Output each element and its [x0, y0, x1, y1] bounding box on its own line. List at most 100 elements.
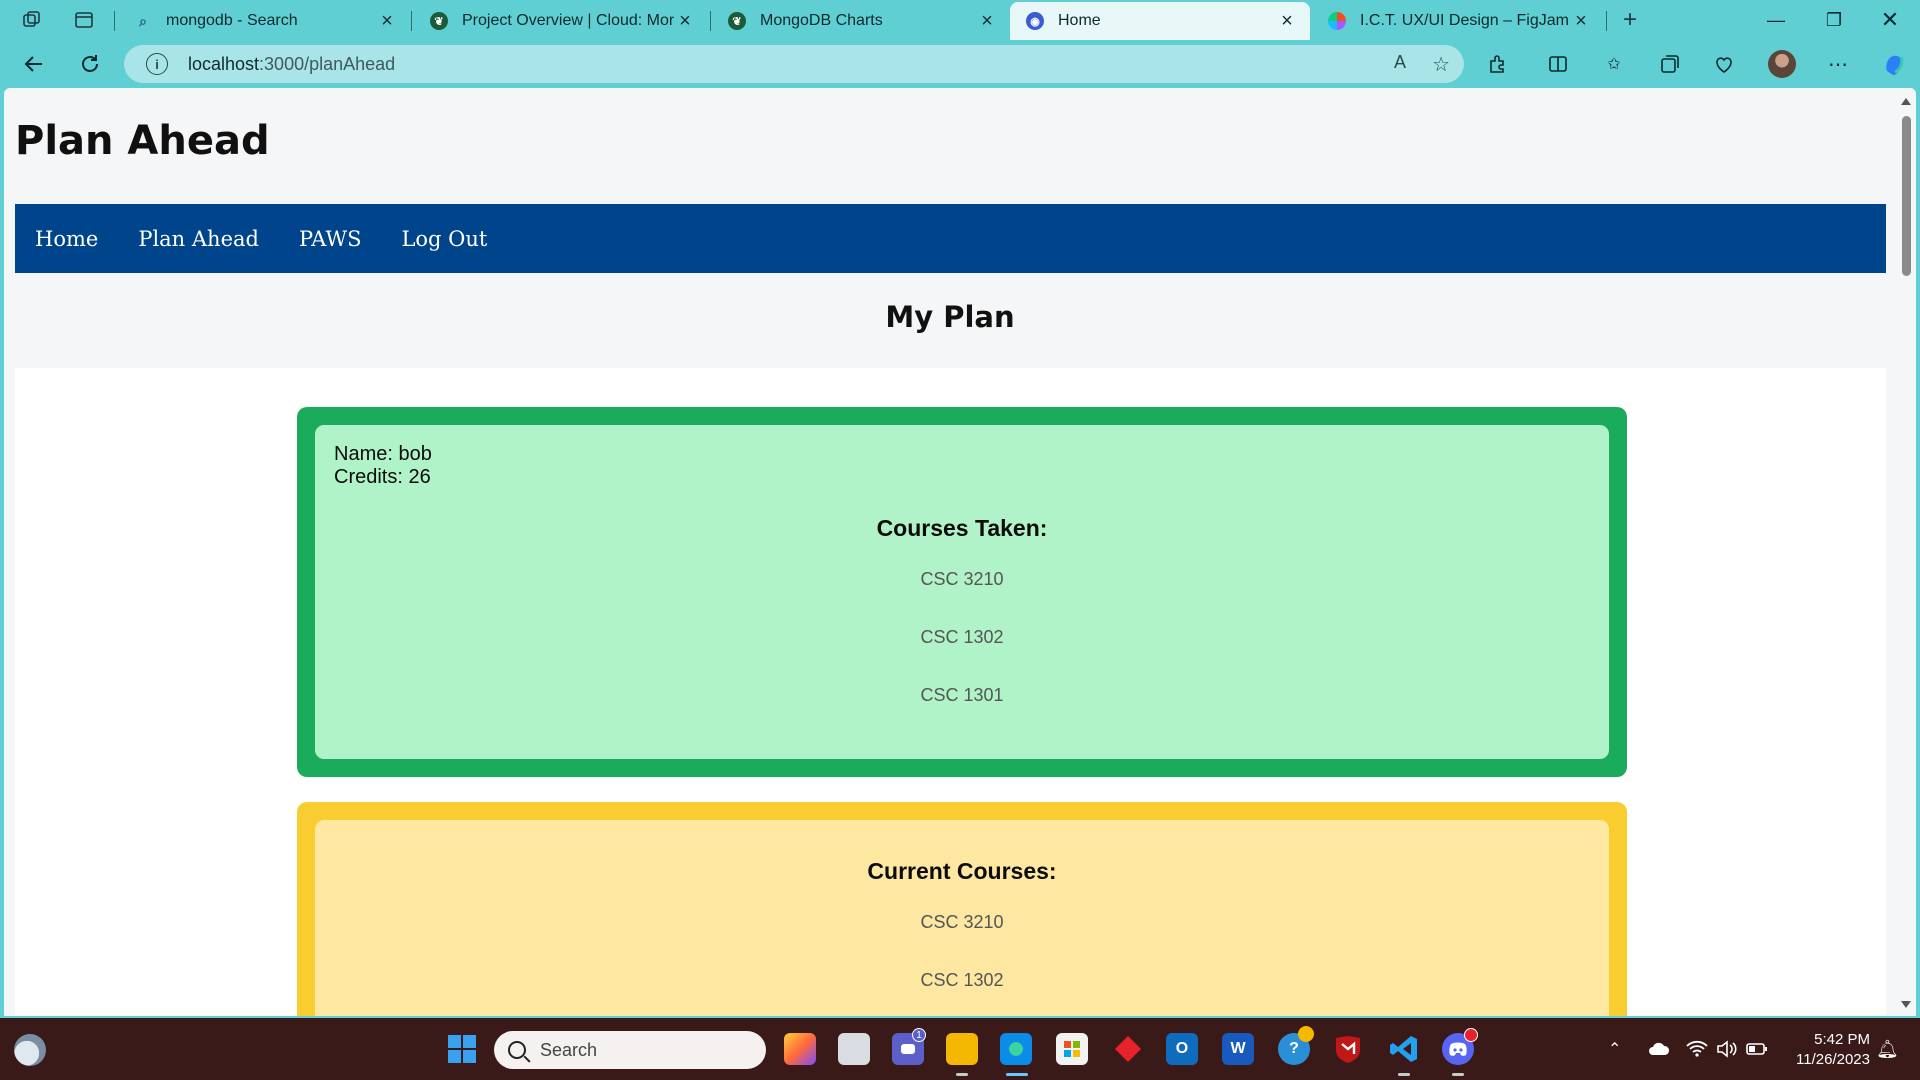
- search-icon: [508, 1041, 526, 1059]
- mcafee-icon[interactable]: [1332, 1033, 1364, 1065]
- address-bar[interactable]: i localhost:3000/planAhead A ☆: [124, 45, 1464, 83]
- restore-icon[interactable]: ❐: [1806, 0, 1862, 40]
- more-menu-icon[interactable]: ⋯: [1820, 48, 1856, 80]
- system-clock[interactable]: 5:42 PM 11/26/2023: [1778, 1030, 1870, 1070]
- student-info: Name: bob Credits: 26: [315, 425, 1609, 489]
- running-indicator: [1398, 1073, 1410, 1076]
- course-item: CSC 1301: [920, 685, 1004, 705]
- browser-toolbar: i localhost:3000/planAhead A ☆ ✩ ⋯: [0, 40, 1920, 88]
- course-item: CSC 1302: [920, 970, 1004, 990]
- scroll-up-arrow-icon[interactable]: [1901, 98, 1911, 105]
- read-aloud-icon[interactable]: A: [1394, 52, 1406, 77]
- back-icon[interactable]: [16, 48, 52, 80]
- course-item: CSC 3210: [920, 912, 1004, 932]
- app-diamond-icon[interactable]: [1112, 1033, 1144, 1065]
- url-text[interactable]: localhost:3000/planAhead: [188, 54, 395, 75]
- task-view-icon[interactable]: [838, 1033, 870, 1065]
- courses-taken-card: Name: bob Credits: 26 Courses Taken: CSC…: [315, 425, 1609, 759]
- scroll-down-arrow-icon[interactable]: [1901, 1001, 1911, 1008]
- split-screen-icon[interactable]: [1540, 48, 1576, 80]
- outlook-icon[interactable]: O: [1166, 1033, 1198, 1065]
- tab-project-overview[interactable]: ❦ Project Overview | Cloud: MongoDB ×: [414, 2, 708, 40]
- main-navbar: Home Plan Ahead PAWS Log Out: [15, 204, 1886, 273]
- running-indicator: [956, 1073, 968, 1076]
- onedrive-icon[interactable]: [1648, 1018, 1670, 1080]
- microsoft-store-icon[interactable]: [1056, 1033, 1088, 1065]
- close-icon[interactable]: ×: [1276, 10, 1298, 33]
- word-icon[interactable]: W: [1222, 1033, 1254, 1065]
- notification-bell-icon[interactable]: 🔔︎: [1876, 1018, 1899, 1080]
- extensions-icon[interactable]: [1480, 48, 1516, 80]
- close-icon[interactable]: ×: [674, 10, 696, 33]
- weather-icon[interactable]: [14, 1034, 46, 1066]
- vertical-scrollbar[interactable]: [1896, 88, 1916, 1016]
- courses-taken-title: Courses Taken:: [876, 515, 1048, 541]
- site-info-icon[interactable]: i: [146, 53, 168, 75]
- close-icon[interactable]: ×: [376, 10, 398, 33]
- tab-strip: ⌕ mongodb - Search × ❦ Project Overview …: [0, 0, 1920, 40]
- nav-plan-ahead[interactable]: Plan Ahead: [138, 227, 259, 251]
- student-credits: Credits: 26: [334, 466, 431, 488]
- student-name: Name: bob: [334, 443, 432, 465]
- window-close-icon[interactable]: ✕: [1862, 0, 1918, 40]
- app-favicon: ◉: [1026, 12, 1044, 30]
- discord-badge: [1464, 1028, 1478, 1042]
- app-title: Plan Ahead: [15, 118, 270, 164]
- clock-time: 5:42 PM: [1814, 1031, 1870, 1048]
- active-indicator: [1006, 1073, 1028, 1076]
- search-icon: ⌕: [139, 12, 147, 29]
- teams-badge: 1: [912, 1028, 926, 1042]
- plan-content: Name: bob Credits: 26 Courses Taken: CSC…: [15, 368, 1886, 1016]
- show-hidden-icons-icon[interactable]: ⌃: [1608, 1018, 1621, 1080]
- tab-mongodb-search[interactable]: ⌕ mongodb - Search ×: [118, 2, 410, 40]
- current-courses-card: Current Courses: CSC 3210 CSC 1302: [315, 820, 1609, 1016]
- vscode-icon[interactable]: [1388, 1033, 1420, 1065]
- refresh-icon[interactable]: [72, 48, 108, 80]
- tab-title: Project Overview | Cloud: MongoDB: [462, 12, 674, 29]
- clock-date: 11/26/2023: [1796, 1051, 1870, 1068]
- tab-mongodb-charts[interactable]: ❦ MongoDB Charts ×: [712, 2, 1010, 40]
- favorites-icon[interactable]: ✩: [1596, 48, 1632, 80]
- nav-paws[interactable]: PAWS: [299, 227, 362, 251]
- tab-title: mongodb - Search: [166, 12, 298, 29]
- close-icon[interactable]: ×: [976, 10, 998, 33]
- minimize-icon[interactable]: —: [1748, 0, 1804, 40]
- wifi-icon[interactable]: [1686, 1018, 1708, 1080]
- edge-icon[interactable]: [1000, 1033, 1032, 1065]
- mongodb-leaf-icon: ❦: [728, 12, 746, 30]
- profile-avatar[interactable]: [1768, 50, 1796, 78]
- browser-essentials-icon[interactable]: [1706, 48, 1742, 80]
- favorite-star-icon[interactable]: ☆: [1432, 52, 1450, 77]
- page-heading: My Plan: [885, 300, 1015, 334]
- running-indicator: [1452, 1073, 1464, 1076]
- workspaces-icon[interactable]: [18, 6, 46, 34]
- close-icon[interactable]: ×: [1570, 10, 1592, 33]
- course-item: CSC 3210: [920, 569, 1004, 589]
- file-explorer-icon[interactable]: [946, 1033, 978, 1065]
- new-tab-icon[interactable]: +: [1616, 6, 1644, 34]
- course-item: CSC 1302: [920, 627, 1004, 647]
- current-courses-title: Current Courses:: [867, 858, 1057, 884]
- collections-icon[interactable]: [1652, 48, 1688, 80]
- volume-icon[interactable]: [1716, 1018, 1738, 1080]
- tab-title: I.C.T. UX/UI Design – FigJam: [1360, 12, 1569, 29]
- tab-home[interactable]: ◉ Home ×: [1010, 2, 1310, 40]
- tab-title: MongoDB Charts: [760, 12, 883, 29]
- help-badge: [1298, 1026, 1314, 1042]
- taskbar-search[interactable]: Search: [494, 1031, 766, 1069]
- courses-taken-panel: Name: bob Credits: 26 Courses Taken: CSC…: [297, 407, 1627, 777]
- tab-title: Home: [1058, 12, 1101, 29]
- tab-figjam[interactable]: I.C.T. UX/UI Design – FigJam ×: [1312, 2, 1604, 40]
- copilot-icon[interactable]: [1876, 48, 1912, 80]
- nav-log-out[interactable]: Log Out: [401, 227, 487, 251]
- battery-icon[interactable]: [1746, 1018, 1768, 1080]
- nav-home[interactable]: Home: [35, 227, 98, 251]
- page-viewport: Plan Ahead Home Plan Ahead PAWS Log Out …: [4, 88, 1916, 1016]
- start-icon[interactable]: [446, 1033, 478, 1065]
- scrollbar-thumb[interactable]: [1902, 116, 1911, 276]
- copilot-preview-icon[interactable]: [784, 1033, 816, 1065]
- mongodb-leaf-icon: ❦: [430, 12, 448, 30]
- current-courses-panel: Current Courses: CSC 3210 CSC 1302: [297, 802, 1627, 1016]
- figma-icon: [1328, 12, 1346, 30]
- vertical-tabs-icon[interactable]: [70, 6, 98, 34]
